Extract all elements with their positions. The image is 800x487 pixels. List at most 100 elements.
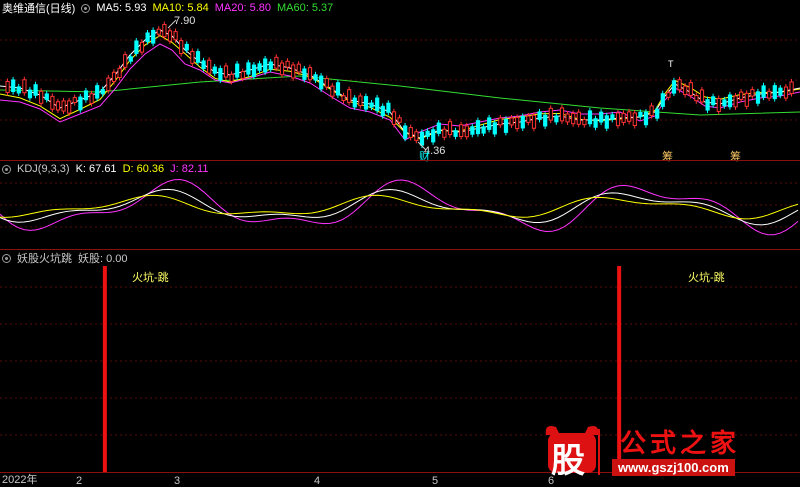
candle-body bbox=[543, 114, 548, 127]
candle-body bbox=[739, 91, 744, 100]
high-price-label: 7.90 bbox=[174, 15, 196, 27]
candle-body bbox=[386, 102, 391, 113]
candle-body bbox=[408, 127, 413, 138]
candle-body bbox=[151, 29, 156, 44]
candle-body bbox=[156, 28, 161, 35]
candle-body bbox=[671, 80, 677, 94]
candle-body bbox=[16, 86, 21, 94]
stock-title: 奥维通信(日线) bbox=[2, 3, 76, 15]
candle-body bbox=[733, 95, 738, 108]
candle-body bbox=[134, 40, 139, 54]
kdj-j-label: J: 82.11 bbox=[170, 163, 209, 175]
candle-body bbox=[55, 101, 61, 111]
candle-body bbox=[363, 96, 369, 110]
watermark-url: www.gszj100.com bbox=[612, 459, 735, 476]
yao-header: 妖股火坑跳 妖股: 0.00 bbox=[2, 251, 128, 265]
candle-body bbox=[481, 126, 486, 134]
candle-body bbox=[235, 63, 240, 78]
candle-body bbox=[330, 85, 335, 97]
candle-body bbox=[503, 118, 509, 133]
candle-body bbox=[61, 100, 66, 112]
candle-body bbox=[487, 117, 492, 130]
candle-body bbox=[722, 99, 727, 107]
candle-body bbox=[453, 130, 458, 137]
candle-body bbox=[369, 102, 374, 108]
watermark-char: 股 bbox=[551, 441, 585, 481]
candle-body bbox=[464, 125, 469, 138]
candlestick-chart[interactable] bbox=[0, 0, 800, 160]
signal-label-2: 火坑-跳 bbox=[688, 272, 725, 284]
candle-body bbox=[744, 92, 749, 107]
candle-body bbox=[571, 112, 576, 125]
candle-body bbox=[347, 89, 352, 103]
candle-body bbox=[414, 131, 419, 141]
candle-body bbox=[50, 95, 55, 110]
candle-body bbox=[246, 62, 251, 75]
candle-body bbox=[95, 85, 100, 99]
candle-body bbox=[778, 87, 783, 96]
x-tick-5: 5 bbox=[432, 475, 439, 487]
candle-body bbox=[67, 100, 72, 114]
candle-body bbox=[380, 105, 385, 117]
candle-body bbox=[44, 93, 49, 100]
candle-body bbox=[291, 64, 296, 79]
candle-body bbox=[257, 63, 262, 71]
candle-body bbox=[475, 120, 481, 135]
candle-body bbox=[459, 124, 464, 138]
kdj-gear-icon[interactable] bbox=[2, 164, 11, 174]
candle-body bbox=[593, 118, 598, 128]
candle-body bbox=[559, 107, 565, 122]
kdj-header: KDJ(9,3,3) K: 67.61 D: 60.36 J: 82.11 bbox=[2, 162, 208, 176]
candle-body bbox=[341, 95, 346, 101]
x-tick-year: 2022年 bbox=[2, 474, 38, 486]
yao-value: 妖股: 0.00 bbox=[78, 253, 128, 265]
candle-body bbox=[11, 79, 16, 93]
ma10-label: MA10: 5.84 bbox=[152, 2, 209, 14]
candle-body bbox=[442, 128, 447, 138]
candle-body bbox=[123, 54, 128, 68]
candle-body bbox=[554, 115, 559, 123]
yao-gear-icon[interactable] bbox=[2, 253, 11, 263]
candle-body bbox=[111, 71, 117, 83]
candle-body bbox=[27, 89, 33, 99]
candle-body bbox=[83, 90, 89, 101]
candle-body bbox=[173, 31, 178, 41]
candle-body bbox=[492, 122, 497, 135]
candle-body bbox=[212, 66, 217, 74]
kdj-k-label: K: 67.61 bbox=[75, 163, 117, 175]
candle-body bbox=[425, 130, 430, 137]
ma20-label: MA20: 5.80 bbox=[214, 2, 271, 14]
candle-body bbox=[666, 92, 671, 98]
candle-body bbox=[750, 89, 755, 97]
candle-body bbox=[391, 111, 397, 126]
candle-body bbox=[705, 99, 710, 111]
candle-body bbox=[279, 62, 285, 76]
candle-body bbox=[268, 61, 273, 70]
candle-body bbox=[599, 111, 604, 123]
candle-body bbox=[537, 111, 542, 120]
candle-body bbox=[632, 112, 637, 127]
settings-gear-icon[interactable] bbox=[81, 3, 91, 13]
candle-body bbox=[789, 81, 794, 95]
ma5-label: MA5: 5.93 bbox=[96, 2, 147, 14]
main-header: 奥维通信(日线) MA5: 5.93 MA10: 5.84 MA20: 5.80… bbox=[2, 1, 333, 15]
kdj-d-label: D: 60.36 bbox=[122, 163, 165, 175]
candle-body bbox=[39, 90, 44, 104]
candle-body bbox=[240, 71, 245, 79]
candle-body bbox=[727, 94, 733, 108]
candle-body bbox=[447, 121, 453, 136]
candle-body bbox=[565, 113, 570, 123]
main-chart-panel[interactable]: 奥维通信(日线) MA5: 5.93 MA10: 5.84 MA20: 5.80… bbox=[0, 0, 800, 163]
kdj-panel[interactable]: KDJ(9,3,3) K: 67.61 D: 60.36 J: 82.11 bbox=[0, 161, 800, 249]
candle-body bbox=[767, 90, 772, 99]
candle-body bbox=[403, 125, 408, 139]
candle-body bbox=[610, 114, 615, 120]
candle-body bbox=[296, 63, 301, 73]
candle-body bbox=[688, 82, 693, 97]
candle-body bbox=[677, 79, 682, 91]
candle-body bbox=[783, 86, 789, 99]
candle-body bbox=[307, 67, 313, 81]
x-tick-3: 3 bbox=[174, 475, 181, 487]
candle-body bbox=[319, 75, 324, 90]
candle-body bbox=[711, 96, 716, 106]
